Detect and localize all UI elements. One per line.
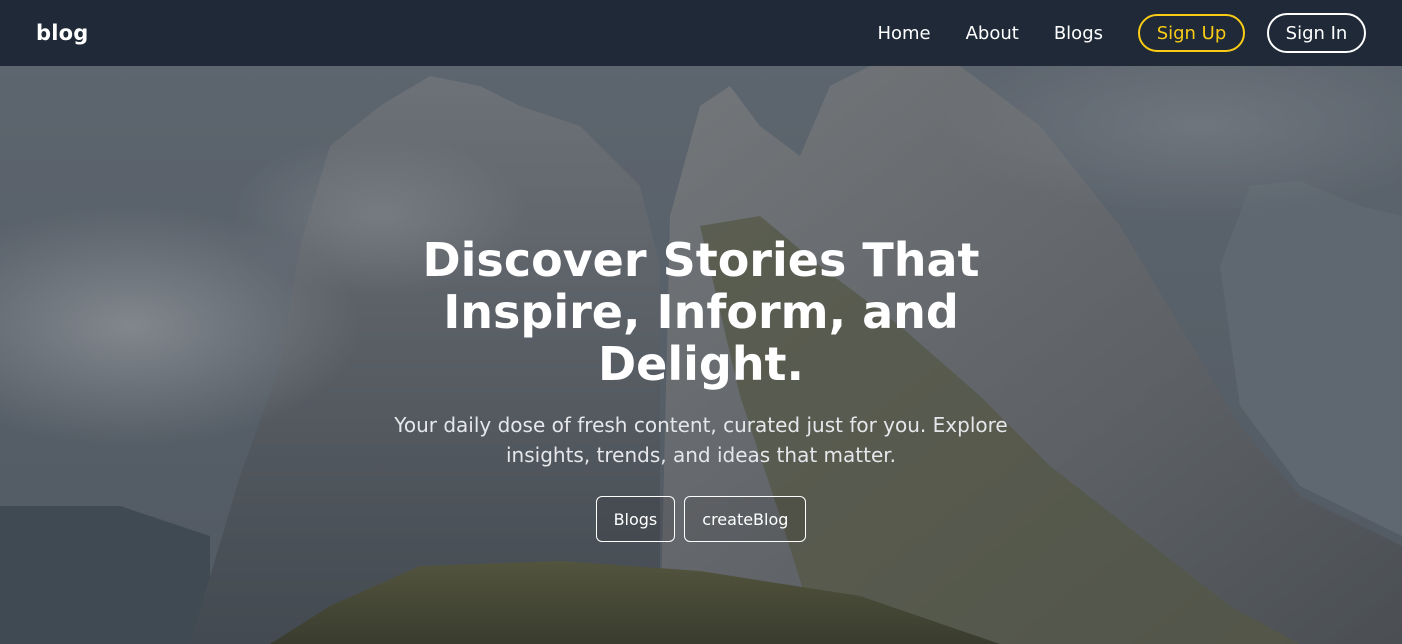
- navbar: blog Home About Blogs Sign Up Sign In: [0, 0, 1402, 66]
- create-blog-button[interactable]: createBlog: [684, 496, 807, 542]
- hero-content: Discover Stories That Inspire, Inform, a…: [0, 66, 1402, 644]
- nav-link-home[interactable]: Home: [877, 23, 930, 44]
- sign-in-button[interactable]: Sign In: [1267, 13, 1366, 53]
- nav-links: Home About Blogs Sign Up Sign In: [877, 13, 1366, 53]
- blogs-button[interactable]: Blogs: [595, 496, 676, 542]
- hero-buttons: Blogs createBlog: [0, 496, 1402, 542]
- sign-up-button[interactable]: Sign Up: [1138, 14, 1245, 52]
- hero-subtitle: Your daily dose of fresh content, curate…: [394, 413, 1008, 467]
- nav-link-about[interactable]: About: [966, 23, 1019, 44]
- brand-logo[interactable]: blog: [36, 21, 89, 45]
- hero-section: Discover Stories That Inspire, Inform, a…: [0, 66, 1402, 644]
- hero-title: Discover Stories That Inspire, Inform, a…: [422, 233, 980, 391]
- nav-link-blogs[interactable]: Blogs: [1054, 23, 1103, 44]
